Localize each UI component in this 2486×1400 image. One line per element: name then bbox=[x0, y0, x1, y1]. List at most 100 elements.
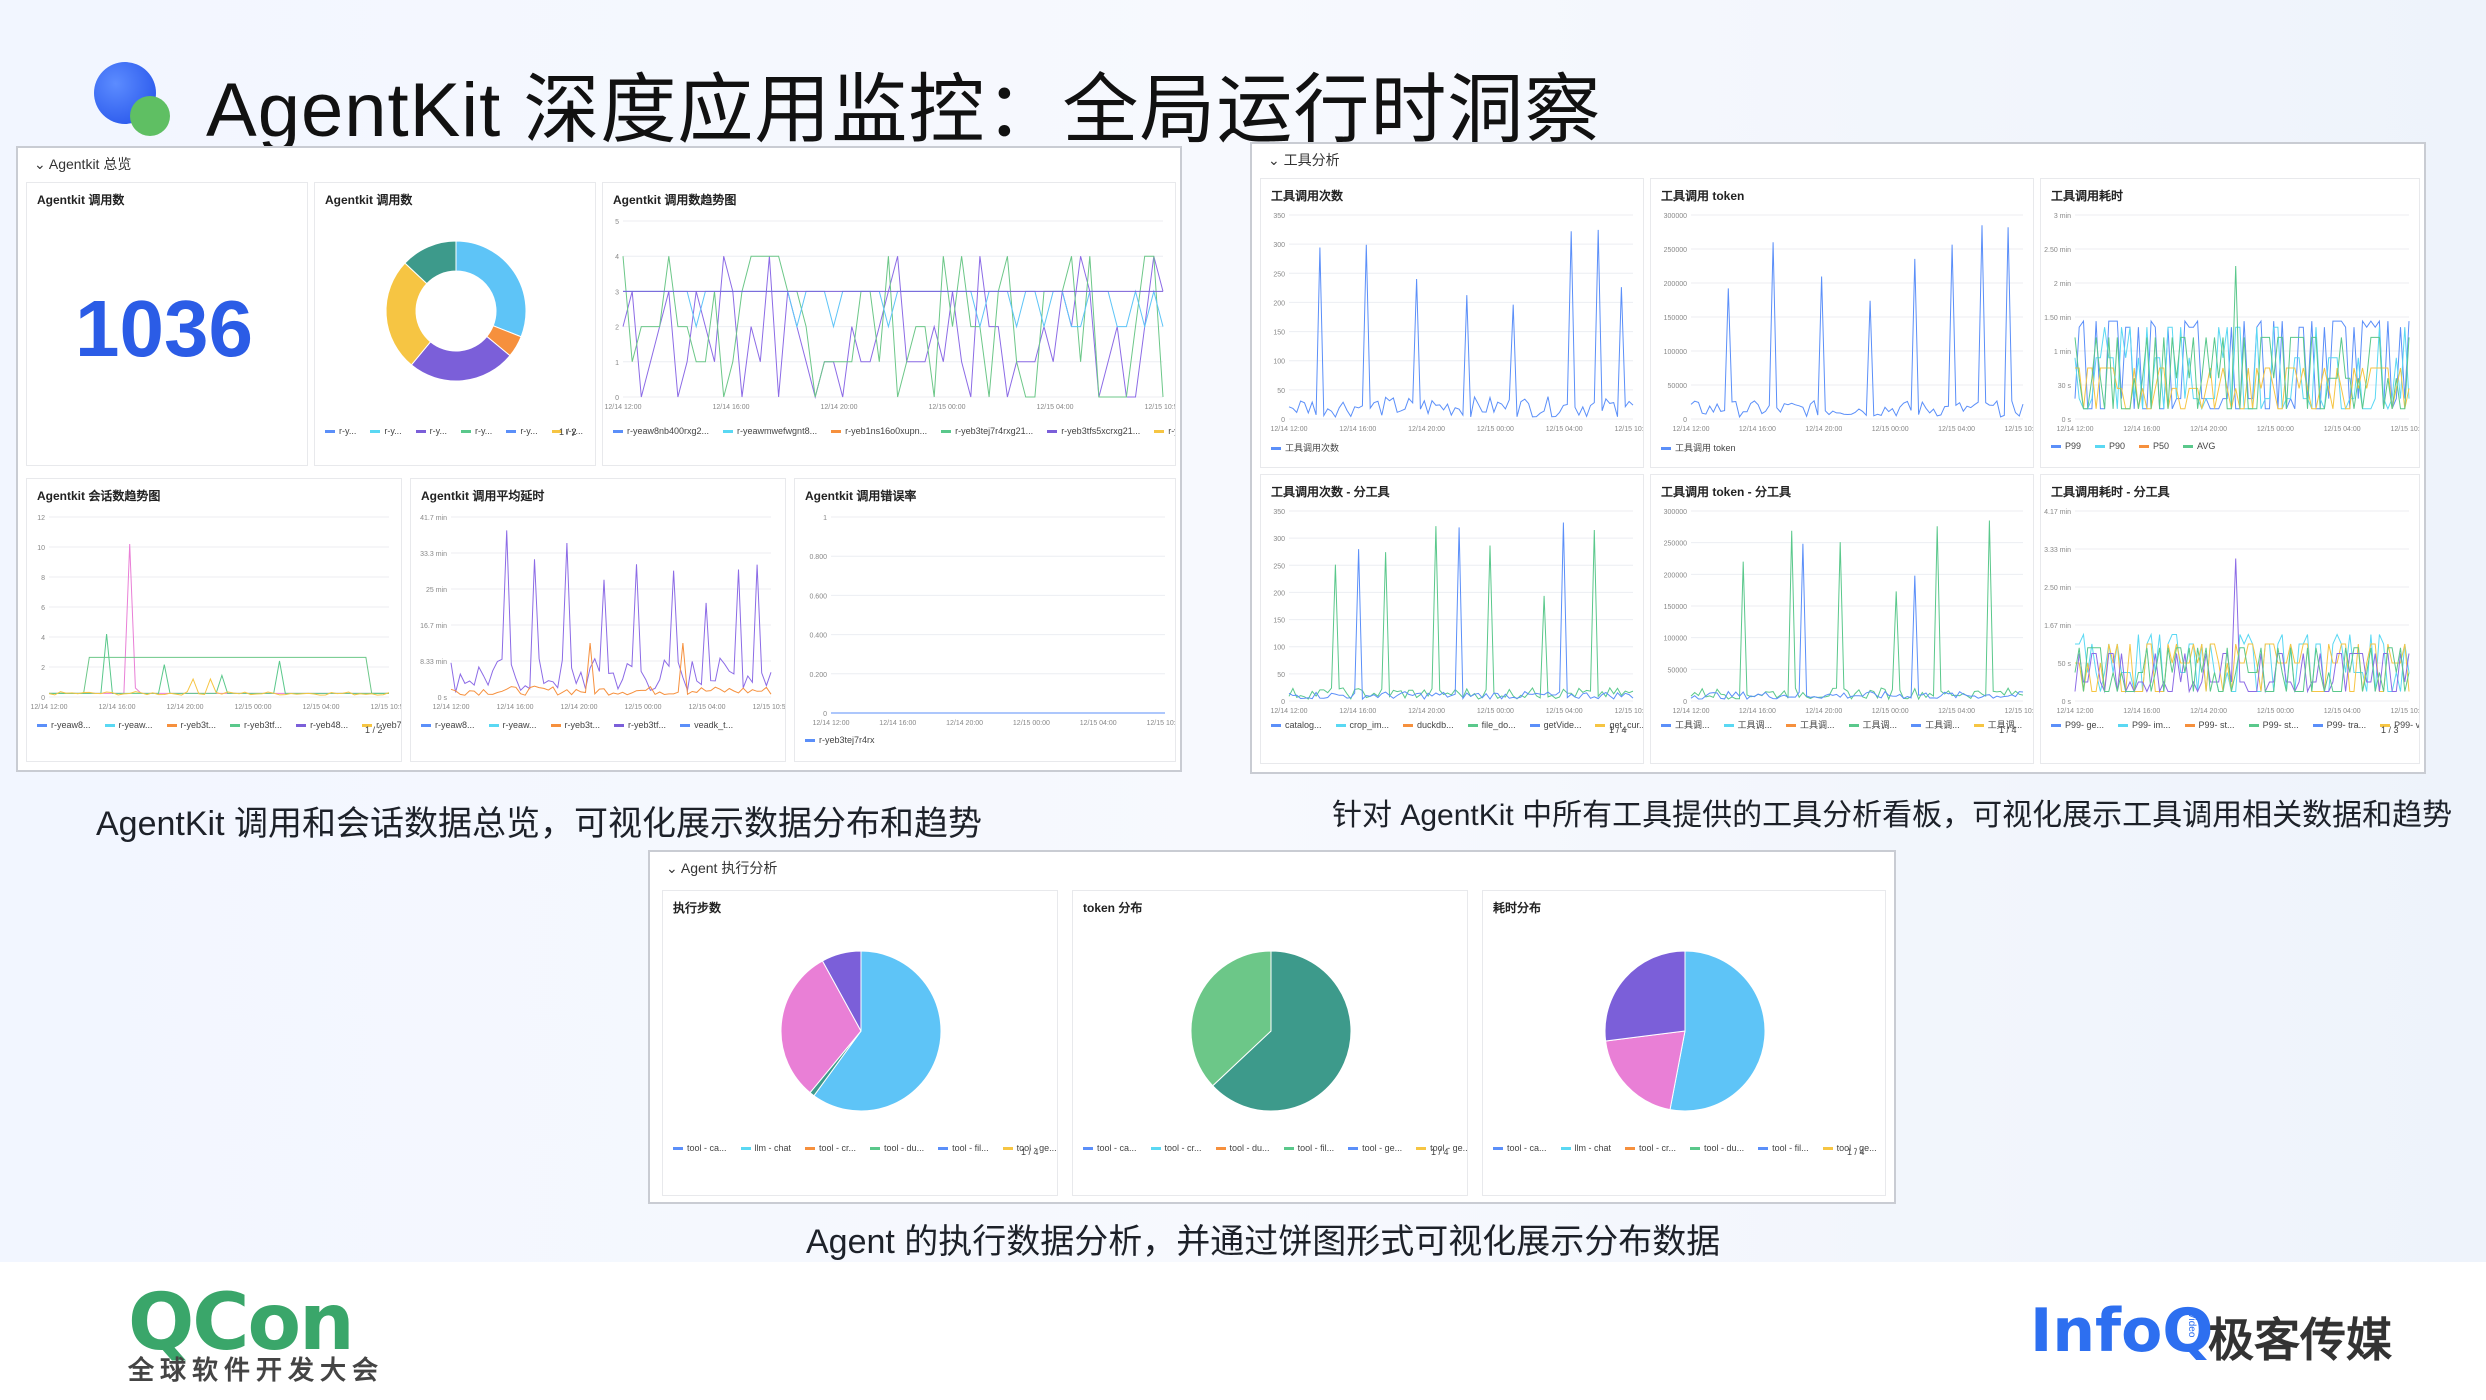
legend-item[interactable]: tool - ca... bbox=[1493, 1137, 1547, 1159]
exec-time-pager[interactable]: 1 / 4 bbox=[1847, 1147, 1865, 1157]
legend-item[interactable]: P99- st... bbox=[2184, 715, 2235, 735]
legend-item[interactable]: llm - chat bbox=[740, 1137, 791, 1159]
tool-time-by-tool-legend: P99- ge... P99- im... P99- st... P99- st...… bbox=[2051, 715, 2419, 735]
series-line bbox=[1690, 520, 2024, 701]
legend-item[interactable]: tool - du... bbox=[1690, 1137, 1744, 1159]
legend-item[interactable]: 工具调... bbox=[1848, 715, 1898, 735]
legend-item[interactable]: tool - cr... bbox=[1625, 1137, 1676, 1159]
legend-swatch bbox=[1529, 724, 1540, 728]
legend-item[interactable]: tool - ge... bbox=[1348, 1137, 1402, 1159]
legend-item[interactable]: r-yeb3tej7r4rxg21... bbox=[941, 421, 1033, 441]
legend-swatch bbox=[1335, 724, 1346, 728]
legend-label: tool - cr... bbox=[1639, 1143, 1677, 1153]
legend-swatch bbox=[2095, 445, 2106, 449]
legend-item[interactable]: r-yeb3t... bbox=[550, 715, 600, 735]
legend-item[interactable]: 工具调... bbox=[1786, 715, 1835, 735]
legend-item[interactable]: P99- im... bbox=[2118, 715, 2171, 735]
legend-swatch bbox=[166, 724, 177, 728]
legend-item[interactable]: tool - fil... bbox=[938, 1137, 989, 1159]
legend-item[interactable]: tool - cr... bbox=[1150, 1137, 1202, 1159]
legend-item[interactable]: r-y... bbox=[370, 421, 402, 441]
legend-item[interactable]: r-y... bbox=[415, 421, 447, 441]
legend-item[interactable]: r-yeb3tej7r4rx bbox=[805, 735, 875, 745]
legend-swatch bbox=[1271, 447, 1281, 451]
legend-item[interactable]: tool - fil... bbox=[1283, 1137, 1334, 1159]
legend-item[interactable]: r-yeb4cw1o1srxg2... bbox=[1154, 421, 1175, 441]
legend-swatch bbox=[460, 430, 471, 434]
tools-section-header[interactable]: ⌄ 工具分析 bbox=[1268, 150, 1340, 170]
legend-item[interactable]: llm - chat bbox=[1560, 1137, 1611, 1159]
exec-time-card: 耗时分布 tool - ca... llm - chat tool - cr... t… bbox=[1482, 890, 1886, 1196]
tool-calls-by-tool-pager[interactable]: 1 / 4 bbox=[1609, 725, 1627, 735]
legend-item[interactable]: r-yeaw8nb400rxg2... bbox=[613, 421, 709, 441]
legend-label: r-yeb48... bbox=[310, 720, 349, 730]
legend-item[interactable]: 工具调用次数 bbox=[1271, 441, 1339, 454]
y-tick-label: 41.7 min bbox=[420, 515, 447, 522]
legend-item[interactable]: r-yeb3t... bbox=[166, 715, 216, 735]
series-line bbox=[450, 530, 772, 693]
legend-item[interactable]: AVG bbox=[2183, 441, 2215, 451]
legend-item[interactable]: r-yeb3tfs5xcrxg21... bbox=[1047, 421, 1140, 441]
legend-item[interactable]: tool - du... bbox=[870, 1137, 924, 1159]
legend-item[interactable]: r-y... bbox=[325, 421, 356, 441]
tool-token-by-tool-pager[interactable]: 1 / 4 bbox=[1999, 725, 2017, 735]
legend-item[interactable]: r-yeaw... bbox=[488, 715, 537, 735]
legend-item[interactable]: tool - ca... bbox=[673, 1137, 727, 1159]
legend-label: r-y... bbox=[339, 426, 357, 436]
legend-item[interactable]: P99- st... bbox=[2248, 715, 2299, 735]
legend-item[interactable]: r-yeawmwefwgnt8... bbox=[723, 421, 817, 441]
legend-item[interactable]: file_do... bbox=[1467, 715, 1516, 735]
legend-item[interactable]: catalog... bbox=[1271, 715, 1322, 735]
legend-item[interactable]: r-yeb3tf... bbox=[230, 715, 282, 735]
trend-legend: r-yeaw8nb400rxg2... r-yeawmwefwgnt8... r-y… bbox=[613, 421, 1175, 441]
legend-label: 工具调... bbox=[1862, 720, 1898, 730]
legend-item[interactable]: r-yeaw8... bbox=[421, 715, 475, 735]
legend-item[interactable]: P99- tra... bbox=[2312, 715, 2367, 735]
legend-item[interactable]: veadk_t... bbox=[680, 715, 733, 735]
legend-label: tool - ge... bbox=[1362, 1143, 1403, 1153]
y-tick-label: 100000 bbox=[1664, 636, 1687, 643]
legend-item[interactable]: r-yeb1ns16o0xupn... bbox=[831, 421, 927, 441]
overview-panel: ⌄ Agentkit 总览 Agentkit 调用数 1036 Agentkit… bbox=[16, 146, 1182, 772]
exec-steps-pager[interactable]: 1 / 4 bbox=[1021, 1147, 1039, 1157]
legend-item[interactable]: r-y... bbox=[506, 421, 538, 441]
legend-swatch bbox=[680, 724, 691, 728]
legend-label: tool - fil... bbox=[952, 1143, 989, 1153]
overview-section-header[interactable]: ⌄ Agentkit 总览 bbox=[34, 154, 131, 174]
legend-item[interactable]: tool - cr... bbox=[805, 1137, 856, 1159]
legend-item[interactable]: tool - fil... bbox=[1758, 1137, 1809, 1159]
legend-item[interactable]: crop_im... bbox=[1335, 715, 1389, 735]
legend-item[interactable]: r-yeb3tf... bbox=[614, 715, 666, 735]
legend-item[interactable]: P90 bbox=[2095, 441, 2125, 451]
y-tick-label: 0 s bbox=[438, 695, 448, 702]
legend-item[interactable]: 工具调用 token bbox=[1661, 441, 1736, 454]
donut-pager[interactable]: 1 / 2 bbox=[559, 427, 577, 437]
legend-item[interactable]: r-yeaw8... bbox=[37, 715, 91, 735]
exec-token-pager[interactable]: 1 / 4 bbox=[1431, 1147, 1449, 1157]
legend-item[interactable]: r-y... bbox=[460, 421, 492, 441]
legend-label: tool - ca... bbox=[687, 1143, 727, 1153]
legend-item[interactable]: tool - ca... bbox=[1083, 1137, 1137, 1159]
legend-swatch bbox=[2183, 445, 2194, 449]
legend-item[interactable]: P99- ge... bbox=[2051, 715, 2104, 735]
legend-label: P99- tra... bbox=[2326, 720, 2367, 730]
x-tick-label: 12/15 04:00 bbox=[2324, 708, 2361, 715]
legend-item[interactable]: P50 bbox=[2139, 441, 2169, 451]
x-tick-label: 12/15 00:00 bbox=[625, 704, 662, 711]
session-pager[interactable]: 1 / 2 bbox=[365, 725, 383, 735]
legend-item[interactable]: 工具调... bbox=[1911, 715, 1960, 735]
legend-item[interactable]: r-yeaw... bbox=[104, 715, 153, 735]
exec-section-header[interactable]: ⌄ Agent 执行分析 bbox=[666, 858, 777, 878]
tool-time-by-tool-pager[interactable]: 1 / 3 bbox=[2381, 725, 2399, 735]
x-tick-label: 12/14 16:00 bbox=[1739, 426, 1776, 433]
legend-item[interactable]: P99 bbox=[2051, 441, 2081, 451]
legend-item[interactable]: getVide... bbox=[1529, 715, 1581, 735]
infoq-video-tag: Video bbox=[2186, 1312, 2197, 1338]
legend-item[interactable]: duckdb... bbox=[1403, 715, 1454, 735]
legend-item[interactable]: 工具调... bbox=[1661, 715, 1710, 735]
pie-slice bbox=[1604, 950, 1686, 1042]
legend-item[interactable]: r-yeb48... bbox=[296, 715, 348, 735]
legend-swatch bbox=[2312, 724, 2323, 728]
legend-item[interactable]: 工具调... bbox=[1723, 715, 1772, 735]
legend-item[interactable]: tool - du... bbox=[1215, 1137, 1270, 1159]
